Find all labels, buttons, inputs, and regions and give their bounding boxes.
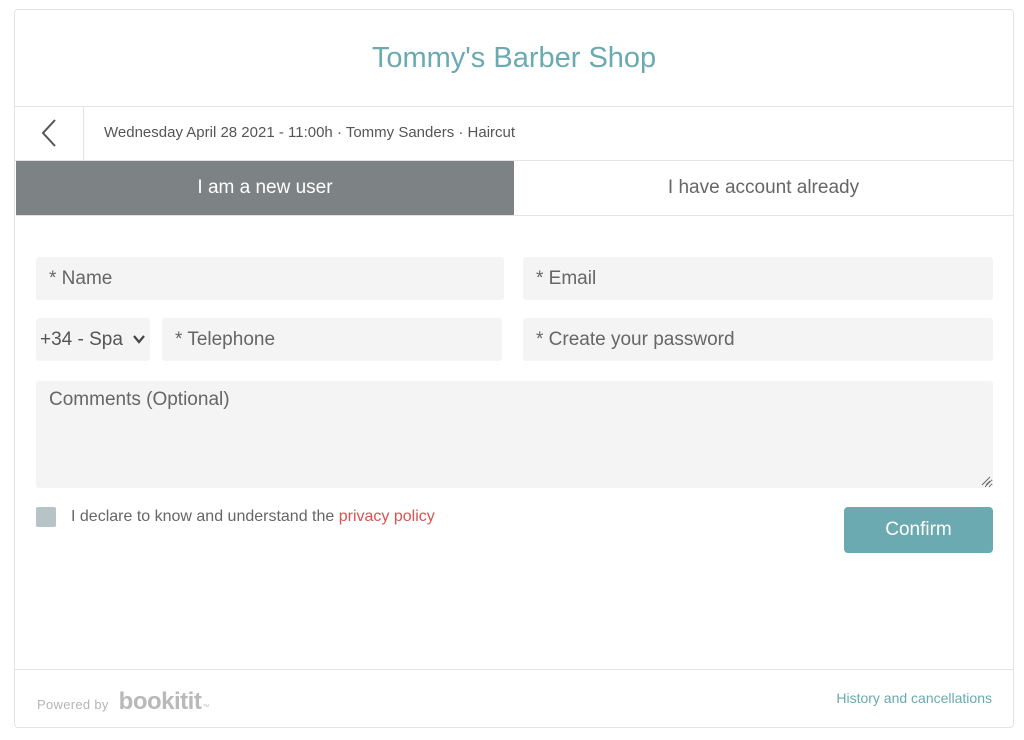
country-code-value: +34 - Spa — [40, 329, 123, 350]
powered-by-label: Powered by — [37, 697, 109, 712]
bookitit-logo: bookitit — [118, 688, 202, 715]
comments-textarea[interactable] — [36, 381, 993, 488]
powered-by: Powered by bookitit ™ — [37, 688, 209, 716]
resize-handle-icon[interactable] — [981, 476, 991, 486]
name-input[interactable] — [36, 257, 504, 300]
chevron-left-icon — [41, 119, 56, 147]
back-button[interactable] — [15, 106, 84, 160]
shop-header: Tommy's Barber Shop — [15, 10, 1013, 107]
booking-info-bar: Wednesday April 28 2021 - 11:00h · Tommy… — [15, 106, 1013, 161]
trademark-mark: ™ — [202, 704, 210, 711]
shop-title: Tommy's Barber Shop — [371, 41, 657, 74]
booking-summary: Wednesday April 28 2021 - 11:00h · Tommy… — [104, 124, 516, 141]
privacy-policy-link[interactable]: privacy policy — [339, 508, 435, 525]
footer: Powered by bookitit ™ History and cancell… — [15, 669, 1013, 728]
privacy-statement: I declare to know and understand the — [71, 508, 339, 525]
user-tabs: I am a new user I have account already — [16, 161, 1013, 216]
confirm-button[interactable]: Confirm — [844, 507, 993, 553]
history-cancellations-link[interactable]: History and cancellations — [836, 690, 992, 706]
tab-new-user[interactable]: I am a new user — [16, 161, 514, 215]
password-input[interactable] — [523, 318, 993, 361]
privacy-checkbox[interactable] — [36, 507, 56, 527]
chevron-down-icon — [133, 335, 145, 344]
country-code-select[interactable]: +34 - Spa — [36, 318, 150, 361]
tab-existing-account[interactable]: I have account already — [514, 161, 1013, 215]
booking-widget: Tommy's Barber Shop Wednesday April 28 2… — [14, 9, 1014, 728]
email-input[interactable] — [523, 257, 993, 300]
privacy-label: I declare to know and understand the pri… — [71, 506, 435, 528]
telephone-input[interactable] — [162, 318, 502, 361]
